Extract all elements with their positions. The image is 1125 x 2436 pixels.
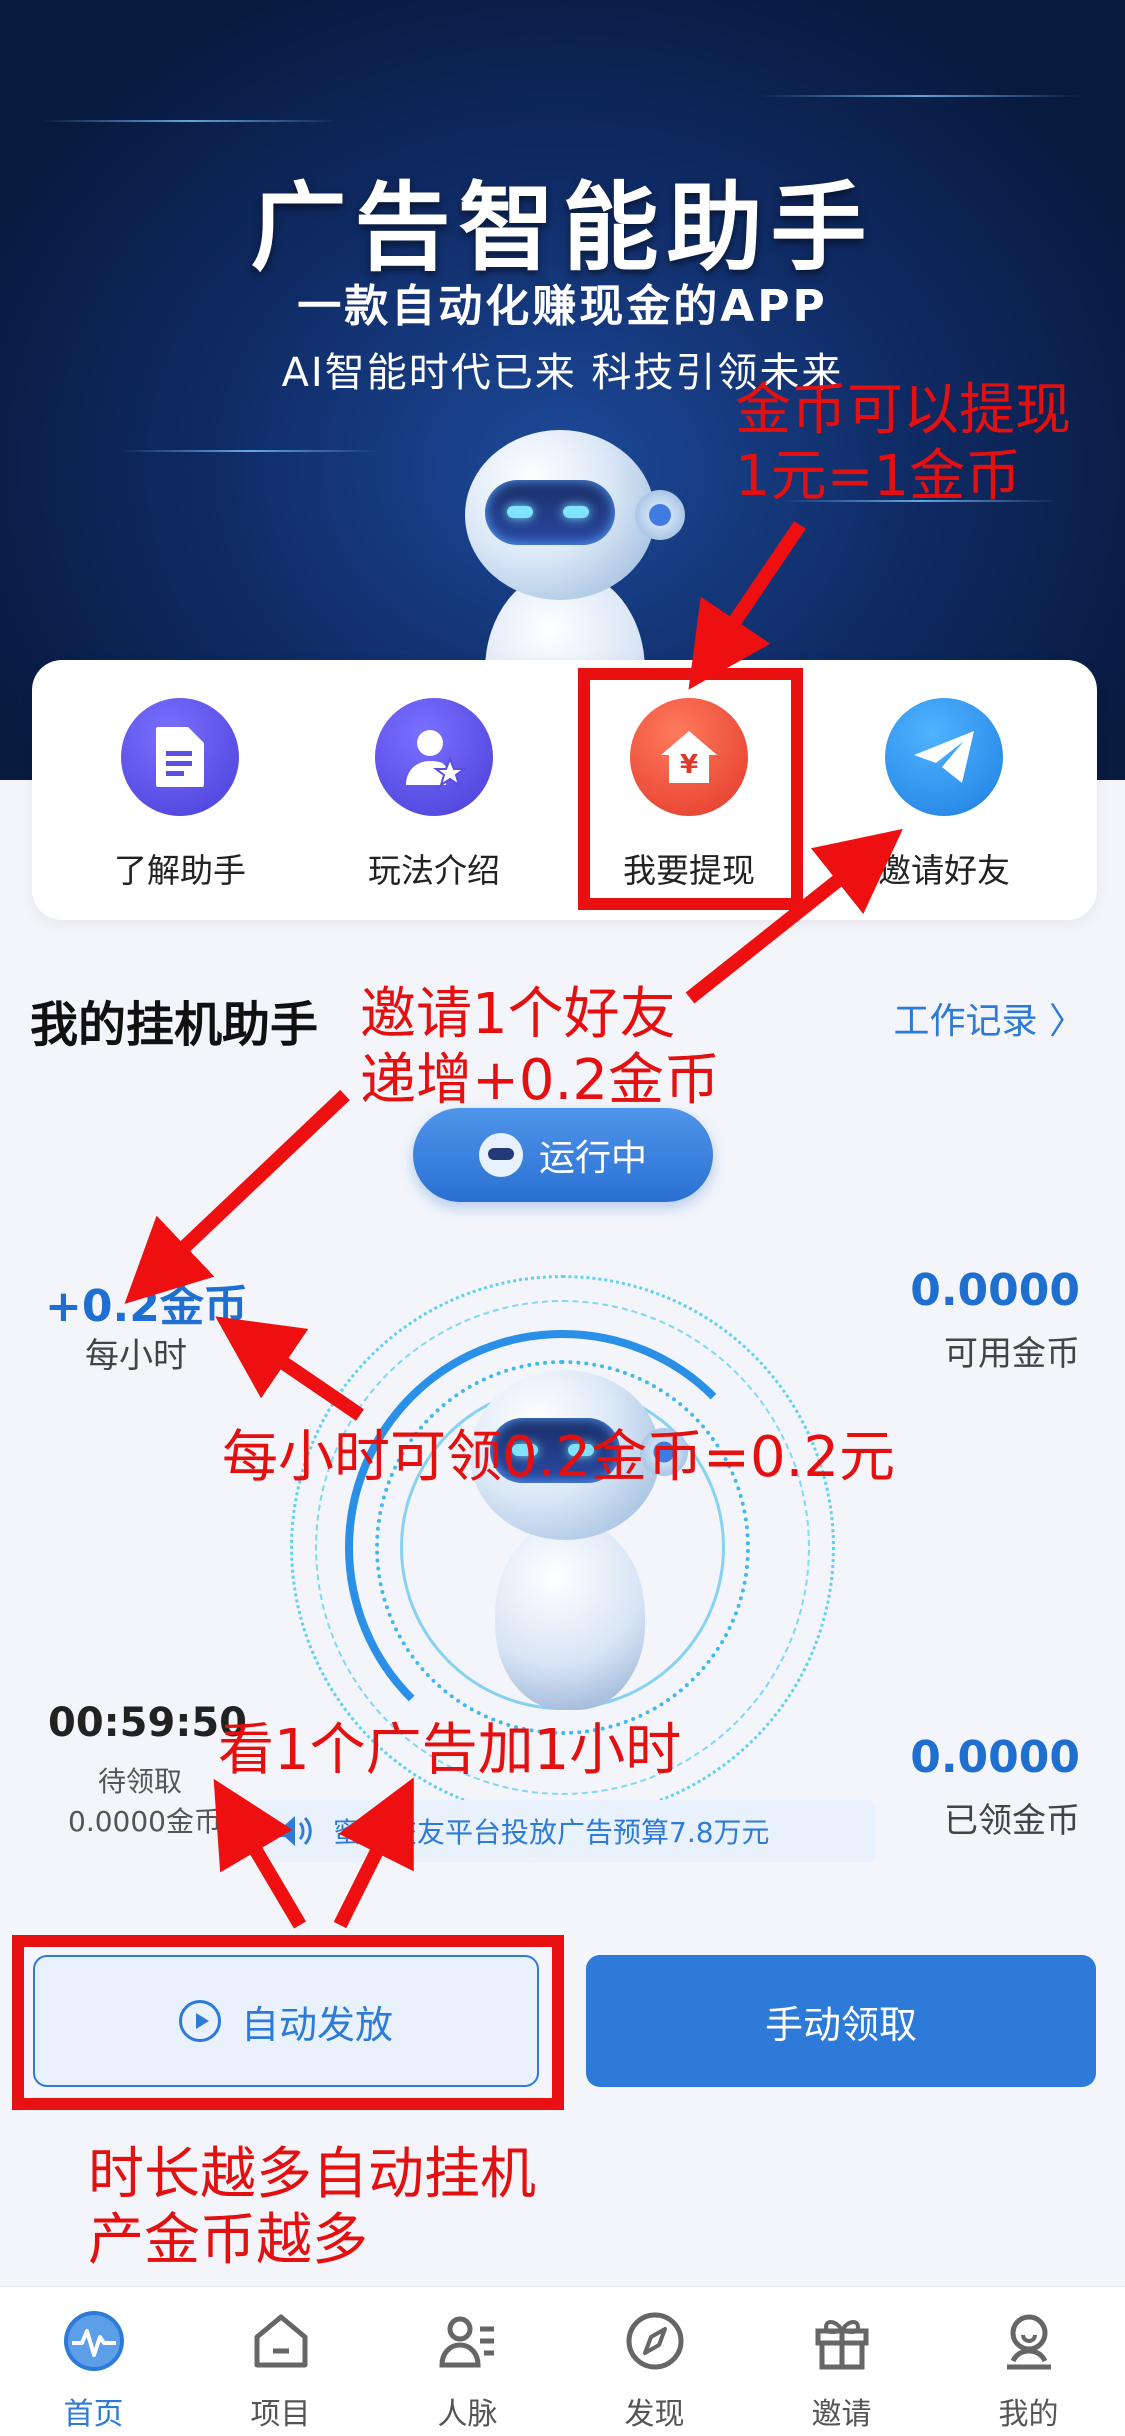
light-streak: [40, 120, 340, 122]
tab-discover[interactable]: 发现: [561, 2309, 748, 2433]
home-icon: [249, 2309, 313, 2373]
annotation-ad: 看1个广告加1小时: [218, 1718, 682, 1783]
paper-plane-icon: [885, 698, 1003, 816]
bottom-tab-bar: 首页 项目 人脉 发现 邀请 我的: [0, 2286, 1125, 2436]
light-streak: [120, 450, 380, 452]
highlight-box-withdraw: [578, 668, 803, 910]
quick-menu-card: 了解助手 玩法介绍 ¥ 我要提现 邀请好友: [32, 660, 1097, 920]
available-coins-label: 可用金币: [944, 1334, 1080, 1374]
tab-label: 人脉: [437, 2397, 498, 2432]
menu-gameplay-intro[interactable]: 玩法介绍: [334, 698, 534, 892]
status-label: 运行中: [538, 1138, 647, 1179]
gift-icon: [810, 2309, 874, 2373]
claimed-coins-label: 已领金币: [944, 1801, 1080, 1841]
tab-label: 我的: [998, 2397, 1059, 2432]
document-icon: [121, 698, 239, 816]
tab-projects[interactable]: 项目: [187, 2309, 374, 2433]
pending-amount: 0.0000金币: [68, 1805, 222, 1838]
annotation-hourly: 每小时可领0.2金币=0.2元: [222, 1425, 896, 1490]
manual-claim-label: 手动领取: [764, 2002, 917, 2047]
pending-label: 待领取: [98, 1765, 183, 1798]
running-status-pill[interactable]: 运行中: [413, 1108, 713, 1202]
hourly-rate-label: 每小时: [85, 1336, 187, 1376]
annotation-withdraw: 金币可以提现 1元=1金币: [735, 378, 1071, 510]
speaker-icon: [277, 1816, 312, 1846]
menu-label: 玩法介绍: [368, 851, 500, 890]
user-star-icon: [375, 698, 493, 816]
profile-icon: [997, 2309, 1061, 2373]
tab-profile[interactable]: 我的: [935, 2309, 1122, 2433]
tab-invite[interactable]: 邀请: [748, 2309, 935, 2433]
robot-icon: [478, 1133, 523, 1177]
highlight-box-auto: [12, 1935, 564, 2110]
banner-title: 广告智能助手: [250, 172, 875, 284]
tab-label: 邀请: [811, 2397, 872, 2432]
notice-text: 蜜志交友平台投放广告预算7.8万元: [333, 1816, 770, 1849]
annotation-invite: 邀请1个好友 递增+0.2金币: [360, 982, 720, 1114]
banner-subtitle: 一款自动化赚现金的APP: [297, 281, 828, 332]
menu-label: 了解助手: [114, 851, 246, 890]
work-log-link[interactable]: 工作记录 〉: [894, 992, 1085, 1044]
pulse-icon: [62, 2309, 126, 2373]
light-streak: [760, 95, 1080, 97]
tab-home[interactable]: 首页: [0, 2309, 187, 2433]
menu-label: 邀请好友: [878, 851, 1010, 890]
annotation-duration: 时长越多自动挂机 产金币越多: [88, 2142, 536, 2274]
available-coins-value: 0.0000: [910, 1265, 1080, 1316]
section-title: 我的挂机助手: [30, 997, 319, 1053]
tab-label: 发现: [624, 2397, 685, 2432]
robot-illustration: [455, 1370, 688, 1710]
claimed-coins-value: 0.0000: [910, 1732, 1080, 1783]
tab-contacts[interactable]: 人脉: [374, 2309, 561, 2433]
menu-learn-assistant[interactable]: 了解助手: [80, 698, 280, 892]
contacts-icon: [436, 2309, 500, 2373]
compass-icon: [623, 2309, 687, 2373]
notice-bar: 蜜志交友平台投放广告预算7.8万元: [255, 1800, 875, 1862]
menu-invite-friends[interactable]: 邀请好友: [844, 698, 1044, 892]
hourly-rate-value: +0.2金币: [45, 1281, 248, 1332]
tab-label: 首页: [63, 2397, 124, 2432]
tab-label: 项目: [250, 2397, 311, 2432]
manual-claim-button[interactable]: 手动领取: [586, 1955, 1096, 2087]
